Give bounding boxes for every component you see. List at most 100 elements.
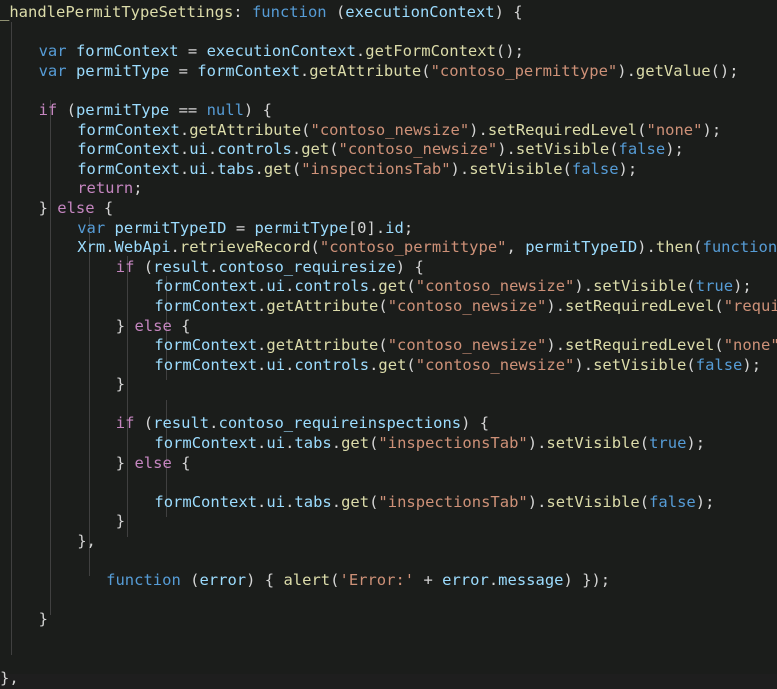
token-plain: ). bbox=[546, 336, 566, 355]
token-plain: . bbox=[291, 140, 302, 159]
code-line[interactable] bbox=[0, 81, 777, 101]
code-line[interactable]: return; bbox=[0, 179, 777, 199]
token-plain: { bbox=[171, 453, 191, 472]
token-plain: ); bbox=[702, 120, 722, 139]
code-line[interactable] bbox=[0, 650, 777, 670]
token-plain: . bbox=[257, 296, 267, 315]
token-plain: ( bbox=[134, 414, 154, 433]
token-plain: ); bbox=[733, 277, 752, 296]
token-plain: ) { bbox=[395, 257, 424, 276]
code-line[interactable]: _handlePermitTypeSettings: function (exe… bbox=[0, 3, 777, 23]
code-line[interactable] bbox=[0, 23, 777, 43]
token-plain: ( bbox=[57, 100, 76, 119]
token-var: executionContext bbox=[206, 42, 356, 61]
code-line[interactable]: var permitTypeID = permitType[0].id; bbox=[0, 219, 777, 239]
code-line[interactable]: function (error) { alert('Error:' + erro… bbox=[0, 571, 777, 591]
token-plain: : bbox=[233, 3, 252, 21]
token-plain: , bbox=[506, 238, 526, 257]
code-line[interactable]: formContext.ui.controls.get("contoso_new… bbox=[0, 356, 777, 376]
code-line[interactable]: if (result.contoso_requiresize) { bbox=[0, 258, 777, 278]
token-var: tabs bbox=[217, 159, 255, 178]
token-str: 'Error:' bbox=[339, 571, 415, 590]
token-var: permitTypeID bbox=[525, 238, 638, 257]
token-var: permitType bbox=[75, 61, 170, 80]
token-plain: } bbox=[115, 453, 135, 472]
code-line[interactable]: formContext.getAttribute("contoso_newsiz… bbox=[0, 336, 777, 356]
token-plain: ( bbox=[686, 355, 696, 374]
code-line[interactable]: var permitType = formContext.getAttribut… bbox=[0, 62, 777, 82]
code-line[interactable]: formContext.getAttribute("contoso_newsiz… bbox=[0, 121, 777, 141]
token-plain: ( bbox=[291, 159, 302, 178]
token-var: error bbox=[442, 571, 489, 590]
code-line[interactable]: } else { bbox=[0, 454, 777, 474]
token-plain: . bbox=[257, 355, 267, 374]
code-content[interactable]: _handlePermitTypeSettings: function (exe… bbox=[0, 3, 777, 689]
token-str: "contoso_newsize" bbox=[415, 277, 575, 296]
token-var: formContext bbox=[77, 159, 180, 178]
token-plain: (); bbox=[495, 42, 524, 61]
token-plain: }, bbox=[77, 532, 96, 551]
token-str: "inspectionsTab" bbox=[378, 434, 528, 453]
token-plain: . bbox=[179, 159, 190, 178]
code-line[interactable]: formContext.ui.tabs.get("inspectionsTab"… bbox=[0, 434, 777, 454]
token-plain: . bbox=[179, 140, 190, 159]
token-plain: . bbox=[257, 492, 267, 511]
token-plain: ) }); bbox=[563, 571, 611, 590]
code-line[interactable]: formContext.getAttribute("contoso_newsiz… bbox=[0, 297, 777, 317]
token-plain: ); bbox=[742, 355, 762, 374]
code-line[interactable]: var formContext = executionContext.getFo… bbox=[0, 42, 777, 62]
token-plain: . bbox=[207, 159, 218, 178]
code-line[interactable]: Xrm.WebApi.retrieveRecord("contoso_permi… bbox=[0, 238, 777, 258]
token-fn: setRequiredLevel bbox=[487, 120, 638, 139]
token-str: "inspectionsTab" bbox=[301, 159, 451, 178]
code-line[interactable] bbox=[0, 552, 777, 572]
token-var: result bbox=[153, 414, 210, 433]
token-var: formContext bbox=[75, 42, 179, 61]
token-var: Xrm bbox=[77, 238, 106, 257]
code-line[interactable]: formContext.ui.controls.get("contoso_new… bbox=[0, 140, 777, 160]
code-line[interactable] bbox=[0, 473, 777, 493]
code-line[interactable]: } bbox=[0, 375, 777, 395]
token-kw: var bbox=[38, 61, 67, 80]
code-line[interactable]: } else { bbox=[0, 199, 777, 219]
code-line[interactable] bbox=[0, 395, 777, 415]
token-var: contoso_requireinspections bbox=[218, 414, 462, 433]
code-line[interactable]: if (permitType == null) { bbox=[0, 101, 777, 121]
code-line[interactable]: } else { bbox=[0, 317, 777, 337]
code-line[interactable]: formContext.ui.tabs.get("inspectionsTab"… bbox=[0, 160, 777, 180]
token-str: "none" bbox=[723, 336, 777, 355]
token-plain: . bbox=[285, 492, 295, 511]
token-kw: true bbox=[649, 434, 687, 453]
token-str: "contoso_permittype" bbox=[430, 61, 618, 80]
token-plain: ( bbox=[714, 336, 724, 355]
token-var: ui bbox=[189, 140, 208, 159]
token-plain: ); bbox=[618, 159, 638, 178]
code-line[interactable]: } bbox=[0, 610, 777, 630]
code-editor-canvas[interactable]: _handlePermitTypeSettings: function (exe… bbox=[0, 0, 777, 687]
code-line[interactable]: } bbox=[0, 512, 777, 532]
token-fn: getAttribute bbox=[266, 336, 379, 355]
code-line[interactable]: }, bbox=[0, 532, 777, 552]
token-str: "contoso_newsize" bbox=[387, 296, 547, 315]
token-var: formContext bbox=[77, 120, 180, 139]
token-plain: ). bbox=[469, 120, 488, 139]
code-line[interactable]: if (result.contoso_requireinspections) { bbox=[0, 414, 777, 434]
code-line[interactable]: formContext.ui.controls.get("contoso_new… bbox=[0, 277, 777, 297]
token-plain: ( bbox=[639, 434, 650, 453]
code-line[interactable] bbox=[0, 591, 777, 611]
token-fn: getValue bbox=[635, 61, 711, 80]
token-fn: get bbox=[378, 277, 407, 296]
token-plain: . bbox=[105, 238, 115, 257]
code-line[interactable] bbox=[0, 630, 777, 650]
token-fn: get bbox=[301, 140, 330, 159]
token-var: formContext bbox=[154, 336, 258, 355]
code-line[interactable]: formContext.ui.tabs.get("inspectionsTab"… bbox=[0, 493, 777, 513]
token-plain: } bbox=[115, 512, 126, 531]
token-plain: = bbox=[178, 42, 207, 61]
token-var: ui bbox=[266, 355, 286, 374]
token-plain: ) { bbox=[461, 414, 490, 433]
code-line[interactable]: }, bbox=[0, 669, 777, 689]
token-plain: ( bbox=[378, 336, 388, 355]
